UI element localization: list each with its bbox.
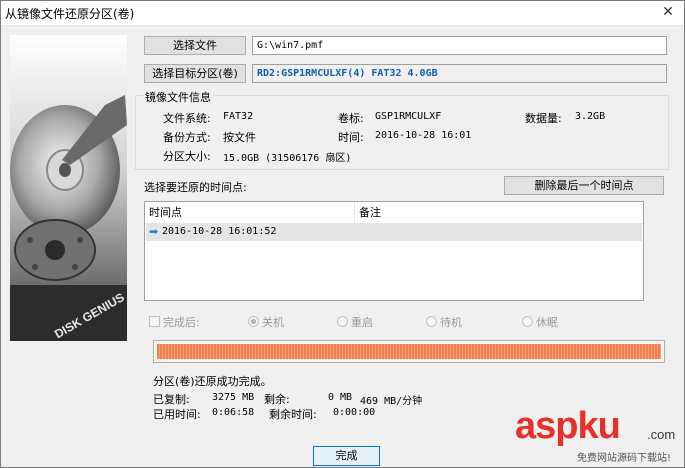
- partition-size-value: 15.0GB (31506176 扇区): [223, 153, 352, 164]
- watermark-caption: 免费网站源码下载站!: [577, 453, 672, 464]
- radio-hibernate-label: 休眠: [536, 316, 558, 329]
- after-complete-label: 完成后:: [163, 316, 200, 329]
- volume-label-label: 卷标:: [338, 112, 364, 125]
- elapsed-label: 已用时间:: [153, 408, 201, 421]
- select-file-button[interactable]: 选择文件: [144, 36, 246, 55]
- radio-hibernate[interactable]: [522, 316, 533, 327]
- file-path-field[interactable]: G:\win7.pmf: [252, 36, 667, 55]
- column-header-time[interactable]: 时间点: [145, 202, 355, 224]
- radio-restart-label: 重启: [351, 316, 373, 329]
- backup-mode-value: 按文件: [223, 131, 256, 144]
- disk-illustration: DISK GENIUS: [10, 35, 127, 341]
- data-size-value: 3.2GB: [575, 111, 606, 122]
- watermark-domain: .com: [647, 427, 676, 442]
- table-row[interactable]: ➡ 2016-10-28 16:01:52: [146, 224, 642, 241]
- after-complete-checkbox[interactable]: [149, 316, 160, 327]
- target-partition-field: RD2:GSP1RMCULXF(4) FAT32 4.0GB: [252, 64, 667, 83]
- radio-restart[interactable]: [337, 316, 348, 327]
- partition-size-label: 分区大小:: [163, 150, 211, 163]
- fs-label: 文件系统:: [163, 112, 211, 125]
- remaining-time-label: 剩余时间:: [269, 408, 317, 421]
- progress-fill: [157, 344, 661, 359]
- window-title: 从镜像文件还原分区(卷): [5, 7, 135, 21]
- timepoint-cell: 2016-10-28 16:01:52: [162, 226, 277, 237]
- status-message: 分区(卷)还原成功完成。: [153, 375, 272, 388]
- hard-disk-icon: DISK GENIUS: [10, 35, 127, 341]
- image-info-title: 镜像文件信息: [143, 89, 213, 105]
- fs-value: FAT32: [223, 111, 254, 122]
- copied-label: 已复制:: [153, 393, 190, 406]
- radio-standby-label: 待机: [440, 316, 462, 329]
- radio-shutdown-label: 关机: [262, 316, 284, 329]
- time-label: 时间:: [338, 131, 364, 144]
- time-value: 2016-10-28 16:01: [375, 130, 472, 141]
- timepoint-list[interactable]: 时间点 备注 ➡ 2016-10-28 16:01:52: [144, 201, 644, 301]
- column-header-note[interactable]: 备注: [355, 202, 643, 224]
- restore-dialog: 从镜像文件还原分区(卷) ✕ DISK GENIUS 选择文件 G:\win7.…: [0, 0, 685, 468]
- elapsed-value: 0:06:58: [212, 407, 255, 418]
- remaining-label: 剩余:: [264, 393, 290, 406]
- backup-mode-label: 备份方式:: [163, 131, 211, 144]
- radio-shutdown[interactable]: [248, 316, 259, 327]
- site-watermark: aspku .com 免费网站源码下载站!: [509, 405, 685, 467]
- remaining-time-value: 0:00:00: [333, 407, 376, 418]
- speed-value: 469 MB/分钟: [360, 396, 423, 407]
- timepoint-prompt: 选择要还原的时间点:: [144, 181, 247, 194]
- close-icon[interactable]: ✕: [652, 1, 684, 25]
- title-bar: 从镜像文件还原分区(卷) ✕: [1, 1, 684, 26]
- select-target-button[interactable]: 选择目标分区(卷): [144, 64, 246, 83]
- radio-standby[interactable]: [426, 316, 437, 327]
- data-size-label: 数据量:: [525, 112, 562, 125]
- arrow-right-icon: ➡: [149, 225, 159, 238]
- volume-label-value: GSP1RMCULXF: [375, 111, 442, 122]
- watermark-logo: aspku: [515, 405, 621, 447]
- finish-button[interactable]: 完成: [313, 446, 380, 466]
- remaining-value: 0 MB: [328, 392, 353, 403]
- copied-value: 3275 MB: [212, 392, 255, 403]
- progress-bar: [153, 340, 665, 363]
- delete-last-timepoint-button[interactable]: 删除最后一个时间点: [504, 176, 664, 195]
